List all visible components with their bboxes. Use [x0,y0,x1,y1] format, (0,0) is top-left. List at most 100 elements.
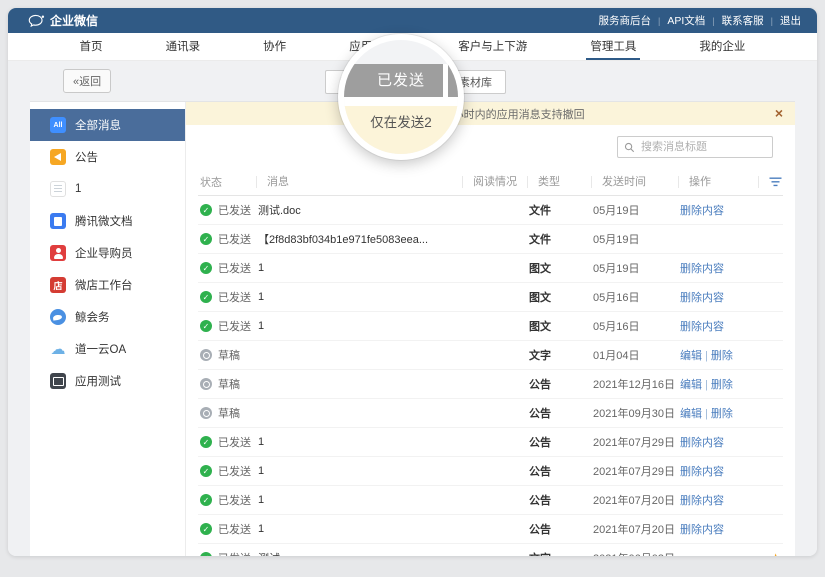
sidebar-item-鲸会务[interactable]: 鲸会务 [30,301,185,333]
action-link-删除[interactable]: 删除 [711,379,733,391]
guide-icon [50,245,66,261]
nav-tab-首页[interactable]: 首页 [76,33,107,60]
sent-check-icon [200,552,212,556]
message-cell: 1 [256,262,462,274]
table-row: 已发送测试.doc文件05月19日删除内容 [198,196,783,225]
sidebar-item-label: 1 [75,183,81,195]
message-cell: 测试 [256,550,462,556]
status-label: 草稿 [218,405,240,421]
action-link-删除内容[interactable]: 删除内容 [680,466,724,478]
action-link-删除内容[interactable]: 删除内容 [680,524,724,536]
blank-icon [50,181,66,197]
announce-icon [50,149,66,165]
action-link-删除内容[interactable]: 删除内容 [680,321,724,333]
action-cell: 删除内容 [678,463,758,479]
sidebar-item-企业导购员[interactable]: 企业导购员 [30,237,185,269]
table-header: 状态消息阅读情况类型发送时间操作 [198,169,783,196]
magnifier-content: 已发送 仅在发送2 [344,40,458,154]
message-cell: 1 [256,494,462,506]
sidebar-item-label: 公告 [75,149,98,165]
nav-tab-客户与上下游[interactable]: 客户与上下游 [454,33,531,60]
action-cell: 删除内容 [678,202,758,218]
action-link-编辑[interactable]: 编辑 [680,350,702,362]
action-link-删除内容[interactable]: 删除内容 [680,437,724,449]
status-label: 草稿 [218,347,240,363]
action-link-编辑[interactable]: 编辑 [680,408,702,420]
date-cell: 05月19日 [591,260,678,276]
nav-tab-管理工具[interactable]: 管理工具 [586,33,640,60]
shop-icon: 店 [50,277,66,293]
star-icon[interactable]: ★ [770,551,781,556]
topbar-link-3[interactable]: 联系客服 [722,13,764,28]
status-cell: 已发送 [198,550,256,556]
topbar-link-2[interactable]: API文档 [667,13,705,28]
type-cell: 公告 [527,434,591,450]
action-cell: 删除内容 [678,492,758,508]
filter-icon[interactable] [769,177,782,187]
date-cell: 01月04日 [591,347,678,363]
topbar-link-1[interactable]: 服务商后台 [599,13,652,28]
draft-clock-icon [200,407,212,419]
star-cell: ★ [758,551,783,556]
action-link-编辑[interactable]: 编辑 [680,379,702,391]
message-cell: 1 [256,523,462,535]
date-cell: 2021年12月16日 [591,376,678,392]
nav-tab-协作[interactable]: 协作 [259,33,290,60]
date-cell: 2021年07月29日 [591,463,678,479]
sidebar-item-label: 鲸会务 [75,309,110,325]
type-cell: 图文 [527,318,591,334]
status-cell: 已发送 [198,521,256,537]
sidebar-item-应用测试[interactable]: 应用测试 [30,365,185,397]
action-link-删除内容[interactable]: 删除内容 [680,263,724,275]
action-link-删除[interactable]: 删除 [711,408,733,420]
all-icon: All [50,117,66,133]
action-link-删除内容[interactable]: 删除内容 [680,205,724,217]
divider: | [705,408,708,420]
logo: 企业微信 [28,12,98,29]
type-cell: 公告 [527,492,591,508]
table-row: 已发送【2f8d83bf034b1e971fe5083eea...文件05月19… [198,225,783,254]
type-cell: 公告 [527,376,591,392]
nav-tab-我的企业[interactable]: 我的企业 [695,33,749,60]
status-label: 已发送 [218,550,251,556]
divider: | [658,16,660,26]
status-cell: 已发送 [198,463,256,479]
column-header-类型: 类型 [527,176,591,188]
table-row: 已发送1公告2021年07月20日删除内容 [198,515,783,544]
message-cell: 测试.doc [256,202,462,218]
magnifier-lens: 已发送 仅在发送2 [338,34,464,160]
close-icon[interactable]: × [775,105,783,121]
sidebar-item-label: 企业导购员 [75,245,133,261]
sidebar-item-腾讯微文档[interactable]: 腾讯微文档 [30,205,185,237]
sidebar-item-道一云OA[interactable]: ☁道一云OA [30,333,185,365]
message-cell: 1 [256,320,462,332]
table-row: 草稿公告2021年12月16日编辑|删除 [198,370,783,399]
nav-tab-通讯录[interactable]: 通讯录 [162,33,205,60]
sidebar-item-微店工作台[interactable]: 店微店工作台 [30,269,185,301]
sent-check-icon [200,465,212,477]
wechat-work-logo-icon [28,14,45,28]
table-row: 已发送1图文05月16日删除内容 [198,283,783,312]
action-link-删除内容[interactable]: 删除内容 [680,495,724,507]
search-icon [624,142,635,153]
sidebar-item-1[interactable]: 1 [30,173,185,205]
action-cell: 编辑|删除 [678,347,758,363]
message-cell: 1 [256,436,462,448]
action-link-删除内容[interactable]: 删除内容 [680,292,724,304]
sidebar-item-公告[interactable]: 公告 [30,141,185,173]
action-link-删除[interactable]: 删除 [711,350,733,362]
status-label: 已发送 [218,434,251,450]
action-cell: 删除内容 [678,289,758,305]
action-cell: 删除内容 [678,521,758,537]
column-header-消息: 消息 [256,176,462,188]
status-label: 已发送 [218,231,251,247]
column-header-操作: 操作 [678,176,758,188]
back-button[interactable]: «返回 [63,69,111,93]
draft-clock-icon [200,349,212,361]
table-row: 已发送1公告2021年07月29日删除内容 [198,457,783,486]
search-input[interactable] [639,140,766,154]
sidebar-item-label: 道一云OA [75,341,126,357]
sidebar-item-全部消息[interactable]: All全部消息 [30,109,185,141]
topbar-link-4[interactable]: 退出 [780,13,801,28]
sent-check-icon [200,436,212,448]
